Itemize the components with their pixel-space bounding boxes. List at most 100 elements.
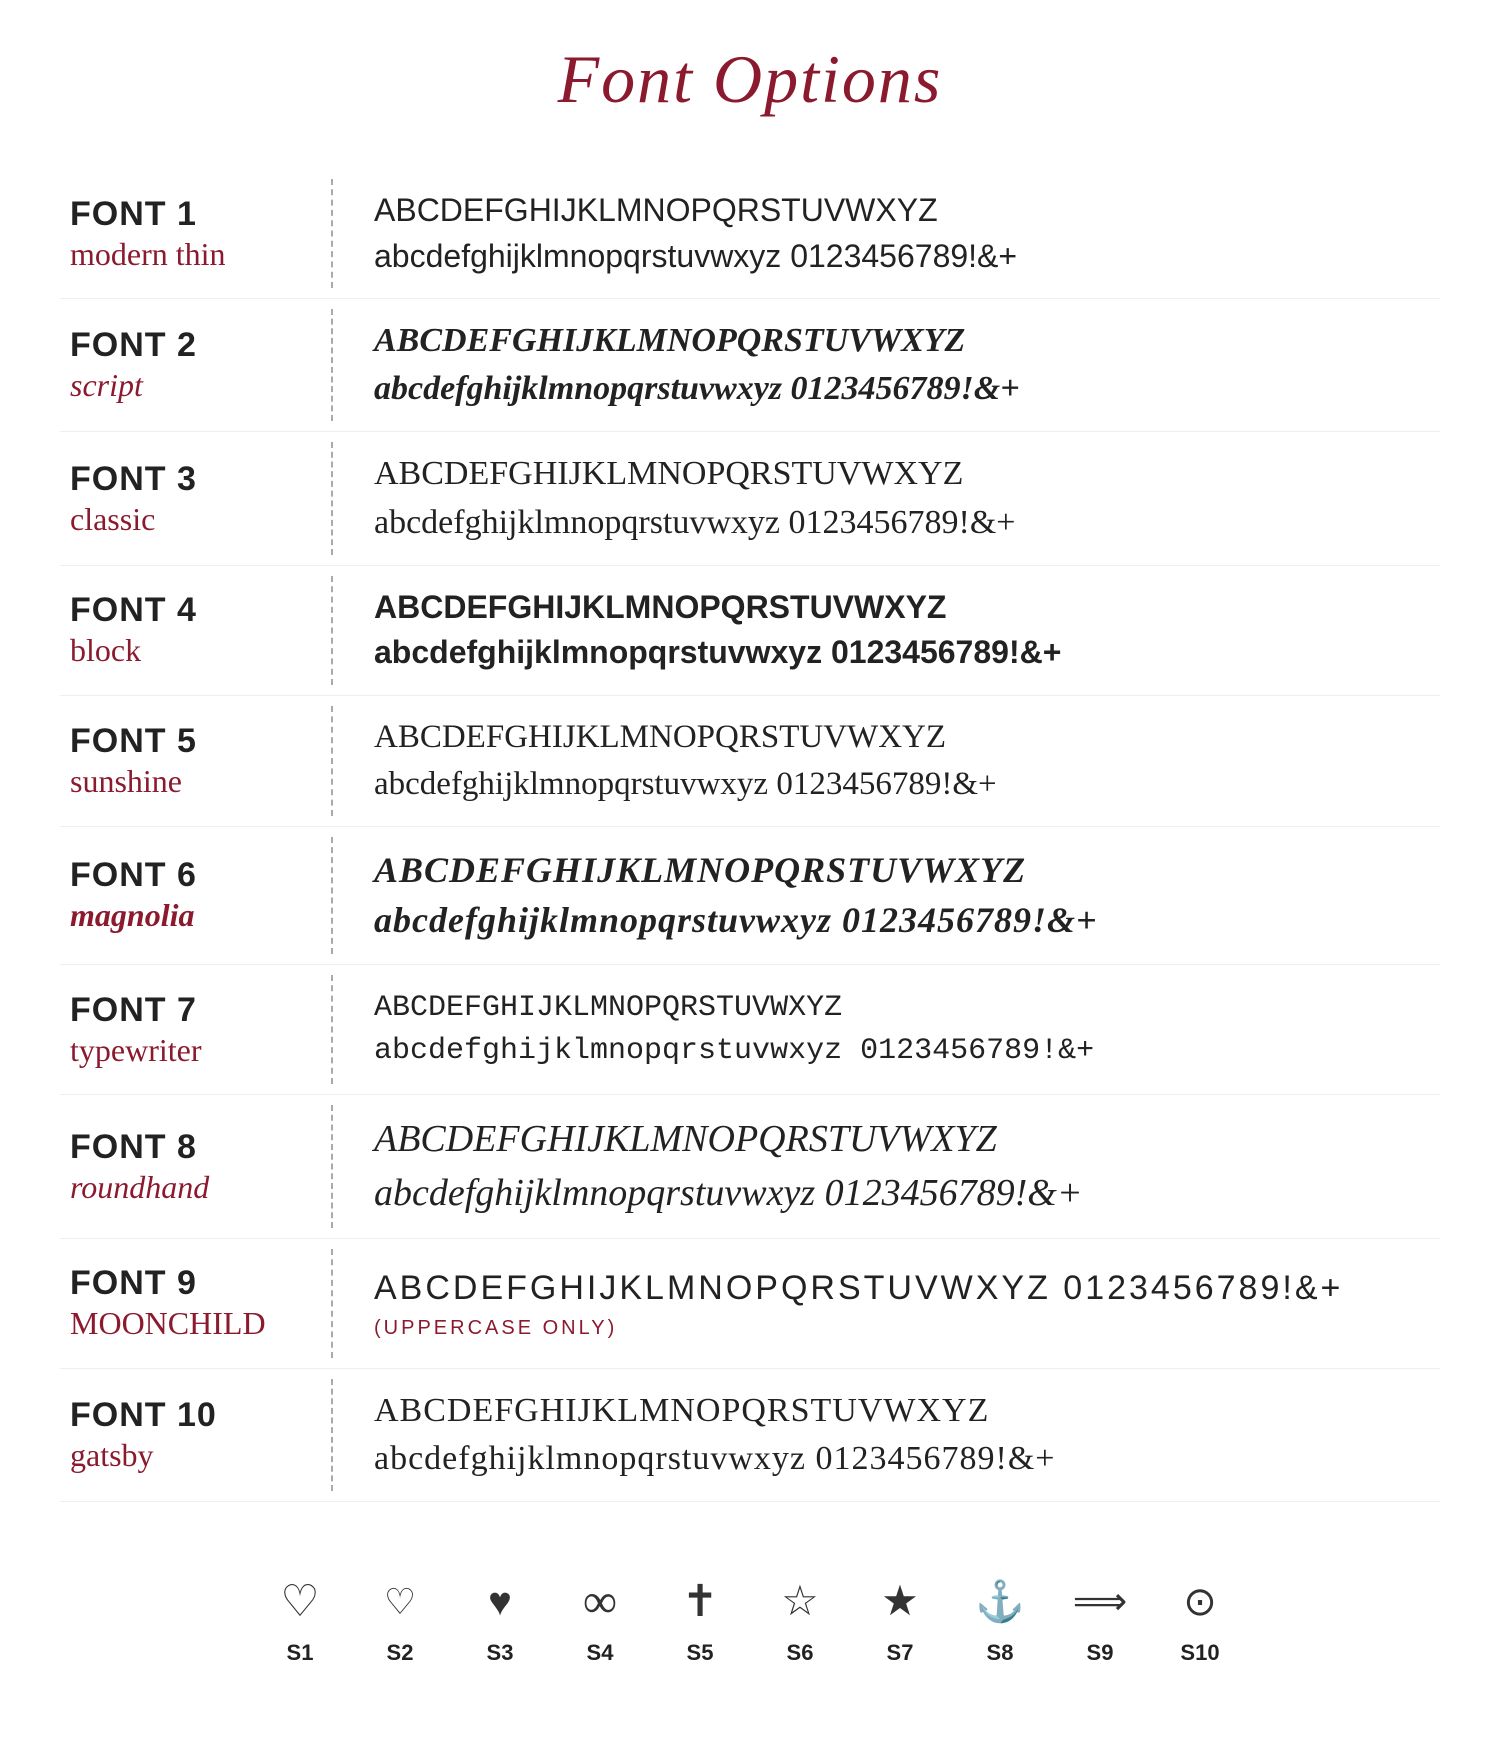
font-name-1: modern thin xyxy=(70,236,300,273)
font-preview-col-1: ABCDEFGHIJKLMNOPQRSTUVWXYZabcdefghijklmn… xyxy=(344,170,1440,297)
symbol-label-S1: S1 xyxy=(287,1640,314,1666)
symbol-label-S3: S3 xyxy=(487,1640,514,1666)
font-row-5: FONT 5sunshineABCDEFGHIJKLMNOPQRSTUVWXYZ… xyxy=(60,696,1440,827)
font-preview-line2-3: abcdefghijklmnopqrstuvwxyz 0123456789!&+ xyxy=(374,501,1420,545)
font-preview-line2-7: abcdefghijklmnopqrstuvwxyz 0123456789!&+ xyxy=(374,1032,1420,1071)
divider-col-6 xyxy=(320,827,344,965)
font-number-1: FONT 1 xyxy=(70,195,300,234)
symbol-icon-S4: ∞ xyxy=(570,1572,630,1632)
symbol-item-S6: ☆ S6 xyxy=(770,1572,830,1666)
symbol-item-S5: ✝S5 xyxy=(670,1572,730,1666)
font-name-10: gatsby xyxy=(70,1437,300,1474)
font-label-col-3: FONT 3classic xyxy=(60,440,320,558)
font-preview-line1-6: ABCDEFGHIJKLMNOPQRSTUVWXYZ xyxy=(374,847,1420,894)
font-label-col-7: FONT 7typewriter xyxy=(60,971,320,1089)
symbol-label-S4: S4 xyxy=(587,1640,614,1666)
font-name-2: script xyxy=(70,367,300,404)
divider-col-5 xyxy=(320,696,344,826)
symbol-icon-S7: ★ xyxy=(870,1572,930,1632)
symbol-item-S1: ♡ S1 xyxy=(270,1572,330,1666)
symbol-label-S8: S8 xyxy=(987,1640,1014,1666)
font-preview-col-3: ABCDEFGHIJKLMNOPQRSTUVWXYZabcdefghijklmn… xyxy=(344,432,1440,564)
symbol-label-S10: S10 xyxy=(1180,1640,1219,1666)
page-title: Font Options xyxy=(60,40,1440,119)
font-preview-col-4: ABCDEFGHIJKLMNOPQRSTUVWXYZabcdefghijklmn… xyxy=(344,567,1440,694)
symbol-item-S8: ⚓ S8 xyxy=(970,1572,1030,1666)
symbol-label-S9: S9 xyxy=(1087,1640,1114,1666)
font-preview-line2-2: abcdefghijklmnopqrstuvwxyz 0123456789!&+ xyxy=(374,367,1420,411)
font-preview-col-6: ABCDEFGHIJKLMNOPQRSTUVWXYZabcdefghijklmn… xyxy=(344,827,1440,965)
symbol-icon-S3: ♥ xyxy=(470,1572,530,1632)
divider-col-3 xyxy=(320,432,344,564)
symbol-icon-S1: ♡ xyxy=(270,1572,330,1632)
font-name-7: typewriter xyxy=(70,1032,300,1069)
symbol-item-S9: ⟹ S9 xyxy=(1070,1572,1130,1666)
font-row-1: FONT 1modern thinABCDEFGHIJKLMNOPQRSTUVW… xyxy=(60,169,1440,299)
symbol-icon-S8: ⚓ xyxy=(970,1572,1030,1632)
font-preview-line2-4: abcdefghijklmnopqrstuvwxyz 0123456789!&+ xyxy=(374,632,1420,674)
font-label-col-10: FONT 10gatsby xyxy=(60,1376,320,1494)
font-preview-line1-7: ABCDEFGHIJKLMNOPQRSTUVWXYZ xyxy=(374,989,1420,1028)
font-preview-line2-8: abcdefghijklmnopqrstuvwxyz 0123456789!&+ xyxy=(374,1169,1420,1218)
font-preview-line1-9: ABCDEFGHIJKLMNOPQRSTUVWXYZ 0123456789!&+ xyxy=(374,1266,1420,1310)
font-name-5: sunshine xyxy=(70,763,300,800)
symbol-label-S6: S6 xyxy=(787,1640,814,1666)
font-row-4: FONT 4blockABCDEFGHIJKLMNOPQRSTUVWXYZabc… xyxy=(60,566,1440,696)
font-name-8: roundhand xyxy=(70,1169,300,1206)
divider-col-9 xyxy=(320,1239,344,1368)
font-label-col-4: FONT 4block xyxy=(60,571,320,689)
font-preview-line2-1: abcdefghijklmnopqrstuvwxyz 0123456789!&+ xyxy=(374,236,1420,278)
font-label-col-8: FONT 8roundhand xyxy=(60,1108,320,1226)
font-number-9: FONT 9 xyxy=(70,1264,300,1303)
font-label-col-1: FONT 1modern thin xyxy=(60,175,320,293)
symbol-label-S7: S7 xyxy=(887,1640,914,1666)
font-preview-col-9: ABCDEFGHIJKLMNOPQRSTUVWXYZ 0123456789!&+… xyxy=(344,1246,1440,1360)
font-preview-col-5: ABCDEFGHIJKLMNOPQRSTUVWXYZabcdefghijklmn… xyxy=(344,696,1440,826)
symbol-icon-S6: ☆ xyxy=(770,1572,830,1632)
font-number-8: FONT 8 xyxy=(70,1128,300,1167)
symbol-icon-S9: ⟹ xyxy=(1070,1572,1130,1632)
font-number-3: FONT 3 xyxy=(70,460,300,499)
font-number-2: FONT 2 xyxy=(70,326,300,365)
font-row-2: FONT 2scriptABCDEFGHIJKLMNOPQRSTUVWXYZab… xyxy=(60,299,1440,432)
font-row-10: FONT 10gatsbyABCDEFGHIJKLMNOPQRSTUVWXYZa… xyxy=(60,1369,1440,1502)
font-preview-line1-4: ABCDEFGHIJKLMNOPQRSTUVWXYZ xyxy=(374,587,1420,629)
symbol-label-S2: S2 xyxy=(387,1640,414,1666)
font-preview-line2-6: abcdefghijklmnopqrstuvwxyz 0123456789!&+ xyxy=(374,897,1420,944)
font-name-6: magnolia xyxy=(70,897,300,934)
symbol-item-S10: ⊙ S10 xyxy=(1170,1572,1230,1666)
symbol-item-S7: ★ S7 xyxy=(870,1572,930,1666)
divider-col-8 xyxy=(320,1095,344,1238)
font-row-6: FONT 6magnoliaABCDEFGHIJKLMNOPQRSTUVWXYZ… xyxy=(60,827,1440,966)
font-label-col-5: FONT 5sunshine xyxy=(60,702,320,820)
font-number-5: FONT 5 xyxy=(70,722,300,761)
symbol-item-S2: ♡S2 xyxy=(370,1572,430,1666)
font-label-col-9: FONT 9MOONCHILD xyxy=(60,1244,320,1362)
font-row-7: FONT 7typewriter ABCDEFGHIJKLMNOPQRSTUVWX… xyxy=(60,965,1440,1095)
divider-col-7 xyxy=(320,965,344,1094)
font-preview-col-10: ABCDEFGHIJKLMNOPQRSTUVWXYZabcdefghijklmn… xyxy=(344,1369,1440,1501)
font-number-4: FONT 4 xyxy=(70,591,300,630)
symbol-icon-S5: ✝ xyxy=(670,1572,730,1632)
font-preview-col-8: ABCDEFGHIJKLMNOPQRSTUVWXYZ abcdefghijklmn… xyxy=(344,1095,1440,1238)
divider-col-2 xyxy=(320,299,344,431)
font-number-10: FONT 10 xyxy=(70,1396,300,1435)
divider-col-4 xyxy=(320,566,344,695)
font-number-7: FONT 7 xyxy=(70,991,300,1030)
fonts-table: FONT 1modern thin ABCDEFGHIJKLMNOPQRSTUVW… xyxy=(60,169,1440,1502)
font-preview-line1-8: ABCDEFGHIJKLMNOPQRSTUVWXYZ xyxy=(374,1115,1420,1164)
font-preview-col-2: ABCDEFGHIJKLMNOPQRSTUVWXYZabcdefghijklmn… xyxy=(344,299,1440,431)
symbol-icon-S10: ⊙ xyxy=(1170,1572,1230,1632)
font-label-col-2: FONT 2script xyxy=(60,306,320,424)
font-preview-line1-10: ABCDEFGHIJKLMNOPQRSTUVWXYZ xyxy=(374,1389,1420,1433)
font-name-9: MOONCHILD xyxy=(70,1305,300,1342)
font-row-9: FONT 9MOONCHILDABCDEFGHIJKLMNOPQRSTUVWXY… xyxy=(60,1239,1440,1369)
symbol-item-S4: ∞ S4 xyxy=(570,1572,630,1666)
font-preview-line2-9: (UPPERCASE ONLY) xyxy=(374,1315,1420,1341)
symbol-item-S3: ♥ S3 xyxy=(470,1572,530,1666)
font-row-3: FONT 3classicABCDEFGHIJKLMNOPQRSTUVWXYZa… xyxy=(60,432,1440,565)
font-name-4: block xyxy=(70,632,300,669)
font-preview-line2-5: abcdefghijklmnopqrstuvwxyz 0123456789!&+ xyxy=(374,763,1420,806)
font-preview-line1-1: ABCDEFGHIJKLMNOPQRSTUVWXYZ xyxy=(374,190,1420,232)
divider-col-10 xyxy=(320,1369,344,1501)
